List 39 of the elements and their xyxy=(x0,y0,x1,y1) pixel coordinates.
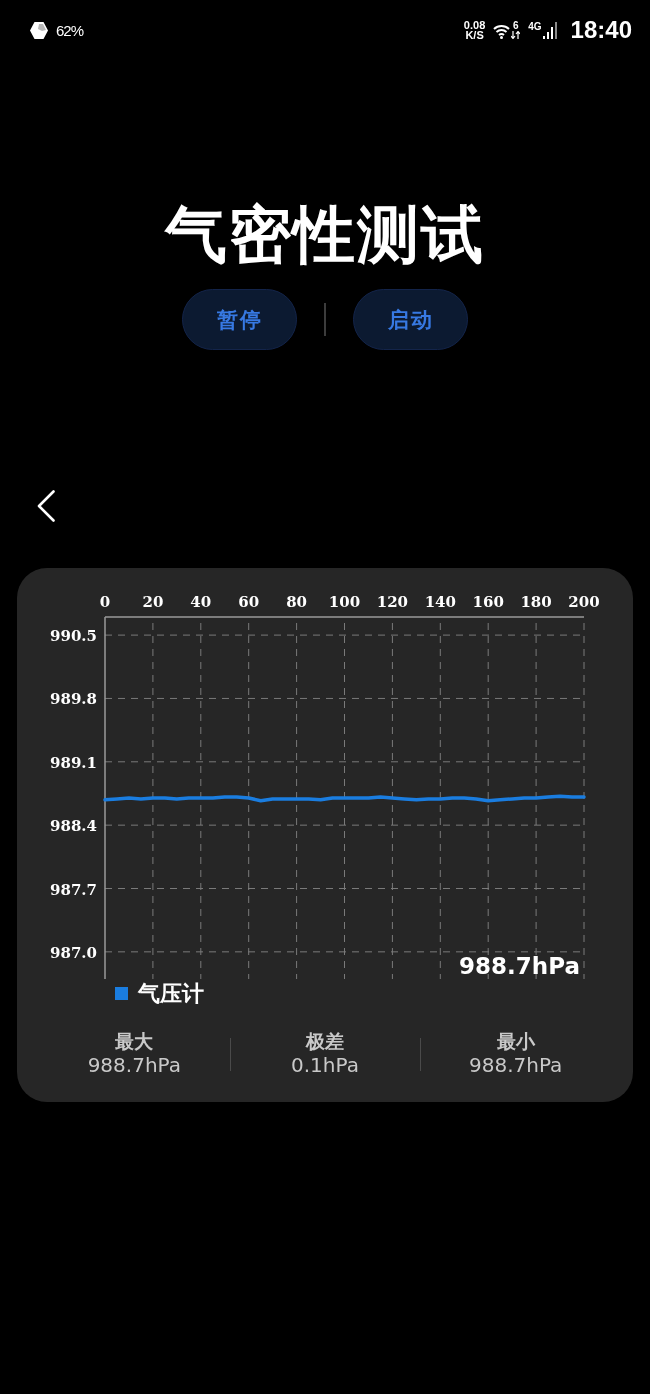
y-tick-label: 988.4 xyxy=(50,817,97,836)
x-tick-label: 40 xyxy=(190,593,212,611)
stat-value: 0.1hPa xyxy=(291,1053,359,1077)
battery-level: 62% xyxy=(56,21,84,39)
page-title: 气密性测试 xyxy=(165,197,485,273)
action-button[interactable]: 启动 xyxy=(353,289,468,350)
x-tick-label: 120 xyxy=(376,593,409,611)
x-tick-label: 0 xyxy=(99,593,111,611)
x-tick-label: 80 xyxy=(286,593,308,611)
legend-label: 气压计 xyxy=(138,981,204,1005)
stat-label: 最小 xyxy=(496,1029,535,1053)
x-tick-label: 20 xyxy=(142,593,164,611)
y-tick-label: 987.7 xyxy=(50,880,97,899)
x-tick-label: 180 xyxy=(520,593,552,611)
wifi-icon xyxy=(493,24,511,39)
network-type: 4G xyxy=(528,21,542,32)
y-tick-label: 989.8 xyxy=(50,690,97,709)
x-tick-label: 160 xyxy=(472,593,504,611)
stat-label: 最大 xyxy=(115,1029,154,1053)
network-speed: 0.08 xyxy=(463,20,486,30)
stat-value: 988.7hPa xyxy=(87,1053,181,1077)
x-tick-label: 100 xyxy=(328,593,361,611)
y-tick-label: 989.1 xyxy=(50,753,97,772)
action-button[interactable]: 暂停 xyxy=(182,289,297,350)
clock-time: 18:40 xyxy=(570,16,632,44)
wifi-standard-label: 6 xyxy=(513,21,519,31)
y-tick-label: 987.0 xyxy=(50,943,97,962)
network-speed-unit: K/S xyxy=(465,30,484,40)
y-tick-label: 990.5 xyxy=(50,627,97,646)
hexagon-icon xyxy=(30,21,48,39)
stat-value: 988.7hPa xyxy=(469,1053,563,1077)
back-icon[interactable] xyxy=(37,490,55,522)
current-reading: 988.7hPa xyxy=(459,952,580,980)
stat-label: 极差 xyxy=(306,1029,344,1053)
x-tick-label: 200 xyxy=(568,593,600,611)
x-tick-label: 140 xyxy=(424,593,456,611)
data-arrows-icon xyxy=(511,31,521,39)
x-tick-label: 60 xyxy=(238,593,260,611)
signal-bars-icon xyxy=(542,21,557,39)
